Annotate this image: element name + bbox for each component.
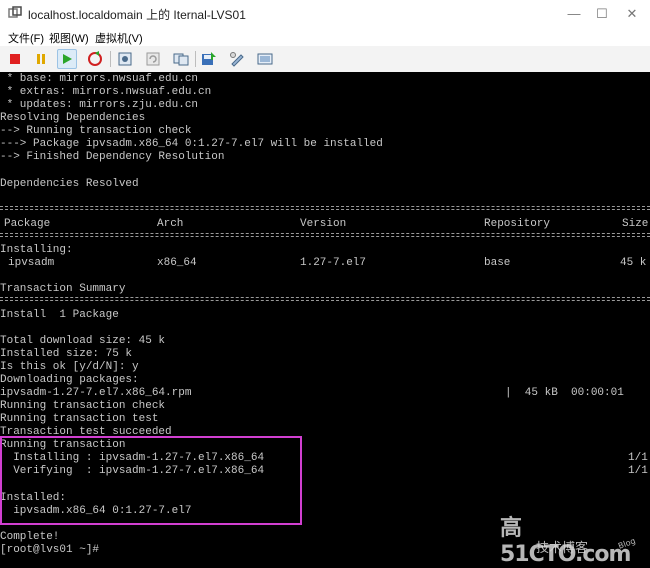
terminal-line: Installed size: 75 k bbox=[0, 348, 133, 360]
install-progress: 1/1 bbox=[628, 452, 648, 464]
terminal-line: Installing: bbox=[0, 244, 73, 256]
terminal-line: Running transaction test bbox=[0, 413, 159, 425]
minimize-button[interactable]: — bbox=[560, 2, 588, 26]
terminal-line: Dependencies Resolved bbox=[0, 178, 139, 190]
terminal-line: * base: mirrors.nwsuaf.edu.cn bbox=[0, 73, 199, 85]
terminal-line: Transaction Summary bbox=[0, 283, 126, 295]
fullscreen-button[interactable] bbox=[255, 49, 275, 69]
settings-icon bbox=[230, 52, 244, 67]
table-rule bbox=[0, 206, 650, 210]
menu-file[interactable]: 文件(F) bbox=[8, 30, 44, 46]
table-cell-package: ipvsadm bbox=[8, 257, 55, 269]
menu-view[interactable]: 视图(W) bbox=[49, 30, 89, 46]
maximize-button[interactable]: ☐ bbox=[588, 2, 616, 26]
table-header-version: Version bbox=[300, 218, 347, 230]
terminal-line: Complete! bbox=[0, 531, 60, 543]
watermark-subtitle: 技术博客 bbox=[536, 541, 589, 556]
save-button[interactable] bbox=[199, 49, 219, 69]
snapshot-icon bbox=[118, 52, 132, 66]
play-icon bbox=[63, 54, 72, 64]
reset-button[interactable] bbox=[85, 49, 105, 69]
vmware-app-icon bbox=[8, 6, 22, 18]
settings-button[interactable] bbox=[227, 49, 247, 69]
table-header-size: Size bbox=[622, 218, 649, 230]
terminal-line: * extras: mirrors.nwsuaf.edu.cn bbox=[0, 86, 212, 98]
menu-bar: 文件(F) 视图(W) 虚拟机(V) bbox=[0, 28, 650, 46]
terminal-line: Resolving Dependencies bbox=[0, 112, 146, 124]
window-titlebar: localhost.localdomain 上的 Iternal-LVS01 —… bbox=[0, 0, 650, 29]
toolbar-separator bbox=[110, 51, 111, 67]
save-icon bbox=[202, 52, 216, 65]
pause-icon bbox=[37, 54, 45, 64]
close-button[interactable]: ✕ bbox=[618, 2, 646, 26]
terminal-line: ---> Package ipvsadm.x86_64 0:1.27-7.el7… bbox=[0, 138, 383, 150]
revert-snapshot-button[interactable] bbox=[143, 49, 163, 69]
watermark: 高51CTO.com 技术博客 Blog bbox=[500, 510, 646, 567]
toolbar-separator bbox=[195, 51, 196, 67]
terminal-line: Is this ok [y/d/N]: y bbox=[0, 361, 139, 373]
manage-snapshots-icon bbox=[173, 53, 189, 66]
table-header-repository: Repository bbox=[484, 218, 551, 230]
terminal-line: Running transaction check bbox=[0, 400, 166, 412]
table-cell-version: 1.27-7.el7 bbox=[300, 257, 367, 269]
snapshot-button[interactable] bbox=[115, 49, 135, 69]
manage-snapshots-button[interactable] bbox=[171, 49, 191, 69]
reset-icon bbox=[88, 51, 102, 66]
revert-snapshot-icon bbox=[146, 52, 160, 66]
terminal-line: Total download size: 45 k bbox=[0, 335, 166, 347]
terminal-line: Install 1 Package bbox=[0, 309, 119, 321]
table-cell-repository: base bbox=[484, 257, 511, 269]
table-header-package: Package bbox=[4, 218, 51, 230]
shell-prompt: [root@lvs01 ~]# bbox=[0, 544, 100, 556]
pause-button[interactable] bbox=[31, 49, 51, 69]
highlight-annotation-box bbox=[0, 436, 302, 525]
table-rule bbox=[0, 233, 650, 237]
stop-icon bbox=[10, 54, 20, 64]
table-header-arch: Arch bbox=[157, 218, 184, 230]
table-rule bbox=[0, 297, 650, 301]
window-title: localhost.localdomain 上的 Iternal-LVS01 bbox=[28, 8, 246, 22]
play-button[interactable] bbox=[57, 49, 77, 69]
terminal-line: ipvsadm-1.27-7.el7.x86_64.rpm bbox=[0, 387, 192, 399]
terminal-line: --> Running transaction check bbox=[0, 125, 192, 137]
terminal-line: Downloading packages: bbox=[0, 374, 139, 386]
verify-progress: 1/1 bbox=[628, 465, 648, 477]
menu-vm[interactable]: 虚拟机(V) bbox=[95, 30, 143, 46]
vm-toolbar bbox=[0, 46, 650, 73]
download-progress: | 45 kB 00:00:01 bbox=[505, 387, 624, 399]
fullscreen-icon bbox=[257, 53, 273, 65]
terminal-line: --> Finished Dependency Resolution bbox=[0, 151, 225, 163]
table-cell-size: 45 k bbox=[620, 257, 647, 269]
stop-button[interactable] bbox=[5, 49, 25, 69]
terminal-line: * updates: mirrors.zju.edu.cn bbox=[0, 99, 199, 111]
table-cell-arch: x86_64 bbox=[157, 257, 197, 269]
